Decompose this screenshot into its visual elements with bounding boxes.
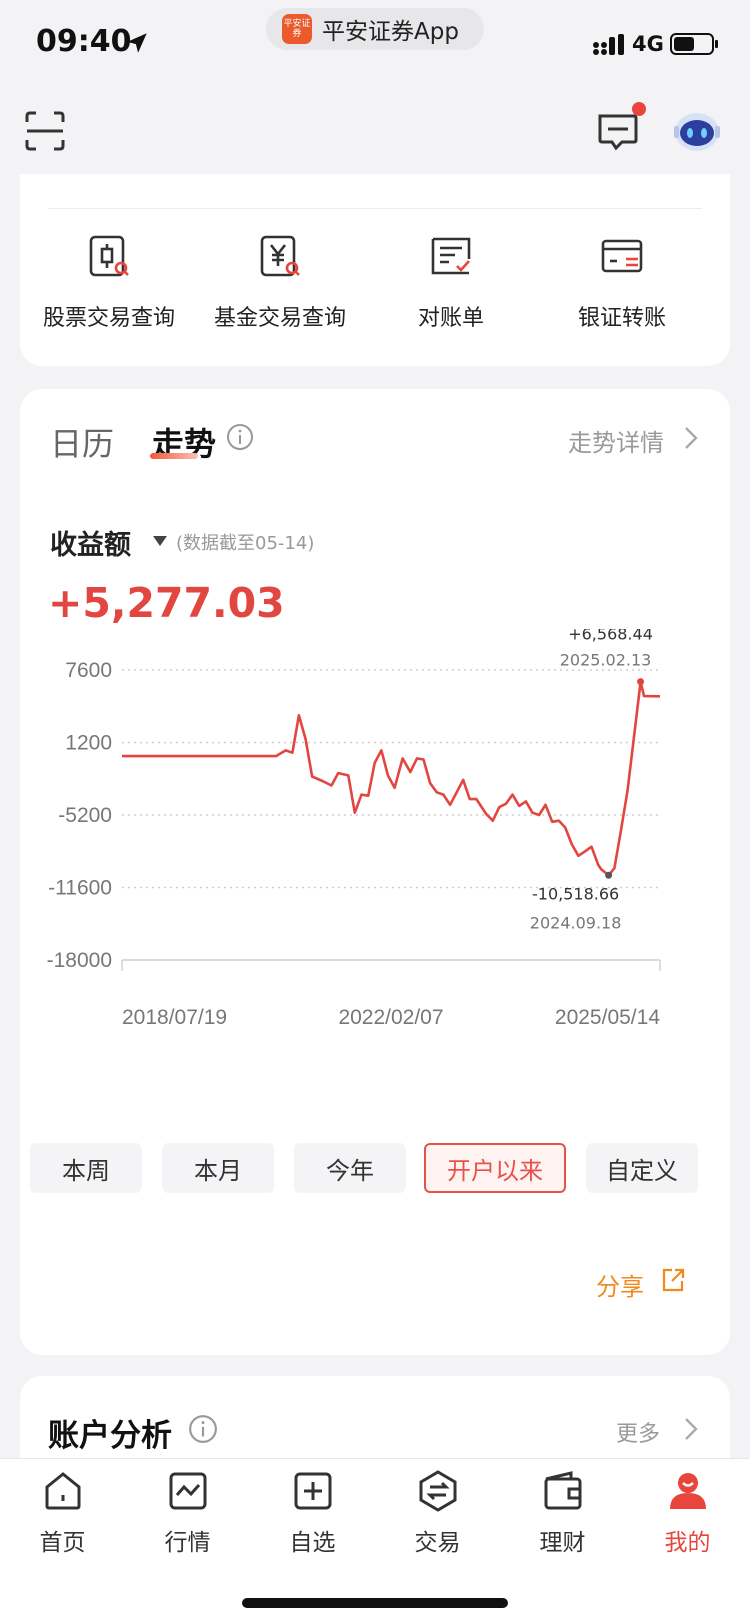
watchlist-icon (294, 1472, 331, 1510)
divider (48, 208, 702, 209)
more-link[interactable]: 更多 (616, 1416, 660, 1448)
range-since-open[interactable]: 开户以来 (424, 1143, 566, 1193)
tab-label: 首页 (39, 1530, 86, 1556)
trade-icon (419, 1470, 456, 1512)
tool-label: 对账单 (417, 306, 484, 331)
tab-watchlist[interactable]: 自选 (250, 1469, 375, 1557)
share-button[interactable]: 分享 (596, 1267, 644, 1302)
network-type: 4G (632, 32, 664, 56)
info-icon[interactable] (188, 1414, 218, 1444)
status-time: 09:40 (36, 24, 132, 59)
min-point (605, 871, 613, 879)
x-tick-label: 2018/07/19 (122, 1006, 227, 1029)
tools-card: 股票交易查询 基金交易查询 对账单 银证转账 (20, 174, 730, 366)
info-icon[interactable] (226, 423, 254, 451)
profit-trend-chart[interactable]: 7600 1200 -5200 -11600 -18000 2018/07/19 2022/… (20, 629, 730, 1049)
y-tick-label: -5200 (58, 804, 112, 827)
tab-market[interactable]: 行情 (125, 1469, 250, 1557)
assistant-robot-icon[interactable] (672, 106, 722, 154)
range-week[interactable]: 本周 (30, 1143, 142, 1193)
max-value-label: +6,568.44 (568, 629, 653, 644)
tab-label: 我的 (664, 1530, 711, 1556)
top-bar (0, 90, 750, 174)
dropdown-triangle-icon[interactable] (152, 535, 168, 547)
app-logo: 平安证券 (282, 14, 312, 44)
tab-profile[interactable]: 我的 (625, 1469, 750, 1557)
as-of-date: (数据截至05-14) (176, 533, 315, 554)
x-tick-label: 2025/05/14 (555, 1006, 660, 1029)
tool-label: 股票交易查询 (42, 306, 175, 331)
tab-wealth[interactable]: 理财 (500, 1469, 625, 1557)
tool-label: 基金交易查询 (213, 306, 346, 331)
fund-query-icon (260, 235, 300, 277)
tool-fund-query[interactable]: 基金交易查询 (191, 234, 369, 332)
location-arrow-icon (127, 33, 147, 53)
series-line (122, 680, 661, 877)
notification-dot (632, 102, 646, 116)
tool-statement[interactable]: 对账单 (362, 234, 540, 332)
min-date-label: 2024.09.18 (530, 913, 622, 932)
min-value-label: -10,518.66 (532, 884, 619, 903)
profile-icon (669, 1473, 706, 1509)
max-date-label: 2025.02.13 (560, 651, 652, 670)
chevron-right-icon[interactable] (680, 425, 702, 451)
tab-label: 自选 (289, 1530, 336, 1556)
tool-stock-query[interactable]: 股票交易查询 (20, 234, 198, 332)
metric-label[interactable]: 收益额 (50, 523, 131, 562)
app-name: 平安证券App (322, 19, 459, 45)
tool-label: 银证转账 (577, 306, 666, 331)
max-point (637, 678, 645, 686)
range-year[interactable]: 今年 (294, 1143, 406, 1193)
tool-bank-transfer[interactable]: 银证转账 (533, 234, 711, 332)
y-tick-label: -18000 (47, 949, 112, 972)
signal-icon (593, 34, 624, 55)
trend-card: 日历 走势 走势详情 收益额 (数据截至05-14) +5,277.03 760… (20, 389, 730, 1355)
share-icon[interactable] (660, 1267, 686, 1293)
tab-label: 理财 (539, 1530, 586, 1556)
battery-icon (670, 33, 718, 55)
bank-transfer-icon (601, 239, 643, 273)
tab-home[interactable]: 首页 (0, 1469, 125, 1557)
tab-label: 交易 (414, 1530, 461, 1556)
range-month[interactable]: 本月 (162, 1143, 274, 1193)
market-icon (169, 1472, 206, 1510)
status-bar: 09:40 平安证券 平安证券App 4G (0, 0, 750, 90)
trend-detail-link[interactable]: 走势详情 (568, 423, 664, 458)
tab-label: 行情 (164, 1530, 211, 1556)
home-indicator (242, 1598, 508, 1608)
scan-icon[interactable] (24, 110, 66, 152)
statement-icon (431, 237, 471, 275)
home-icon (45, 1472, 80, 1510)
wealth-icon (544, 1471, 581, 1510)
x-tick-label: 2022/02/07 (338, 1006, 443, 1029)
message-icon[interactable] (596, 110, 640, 152)
chevron-right-icon[interactable] (680, 1416, 702, 1442)
app-pill[interactable]: 平安证券 平安证券App (266, 8, 484, 50)
tab-trend-underline (150, 453, 198, 459)
y-tick-label: 1200 (65, 732, 112, 755)
account-analysis-title: 账户分析 (48, 1418, 172, 1454)
tab-trade[interactable]: 交易 (375, 1469, 500, 1557)
y-tick-label: 7600 (65, 659, 112, 682)
total-profit: +5,277.03 (48, 579, 285, 627)
range-custom[interactable]: 自定义 (586, 1143, 698, 1193)
stock-query-icon (89, 235, 129, 277)
y-tick-label: -11600 (48, 877, 112, 900)
tab-calendar[interactable]: 日历 (50, 419, 114, 465)
